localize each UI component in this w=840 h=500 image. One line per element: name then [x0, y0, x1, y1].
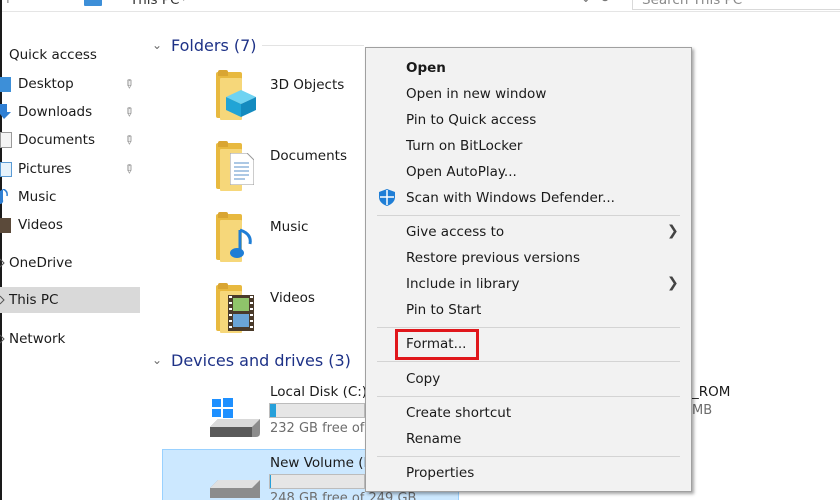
menu-item-defender-scan[interactable]: Scan with Windows Defender...	[406, 185, 615, 211]
download-icon	[0, 104, 12, 120]
nav-item-downloads[interactable]: Downloads ✎	[0, 99, 140, 125]
music-note-icon	[230, 228, 252, 258]
menu-item-pin-quick-access[interactable]: Pin to Quick access	[406, 107, 536, 133]
chevron-right-icon[interactable]: ›	[182, 0, 188, 6]
document-icon	[230, 153, 254, 185]
folder-icon[interactable]	[216, 70, 260, 122]
menu-item-open-new-window[interactable]: Open in new window	[406, 81, 546, 107]
nav-item-desktop[interactable]: Desktop ✎	[0, 71, 140, 97]
chevron-right-icon[interactable]	[0, 292, 6, 308]
menu-item-create-shortcut[interactable]: Create shortcut	[406, 400, 511, 426]
submenu-arrow-icon: ❯	[667, 223, 679, 239]
nav-item-pictures[interactable]: Pictures ✎	[0, 156, 140, 182]
drive-free-text: 248 GB free of 249 GB	[270, 491, 417, 500]
menu-item-bitlocker[interactable]: Turn on BitLocker	[406, 133, 522, 159]
nav-label: OneDrive	[9, 255, 73, 271]
folder-label-music[interactable]: Music	[270, 219, 308, 235]
menu-item-pin-start[interactable]: Pin to Start	[406, 297, 481, 323]
menu-separator	[377, 361, 680, 362]
menu-item-properties[interactable]: Properties	[406, 460, 474, 486]
nav-item-this-pc[interactable]: This PC	[0, 287, 140, 313]
pictures-icon	[0, 161, 12, 177]
format-highlight-box	[395, 329, 479, 360]
nav-label: Videos	[18, 217, 63, 233]
submenu-arrow-icon: ❯	[667, 275, 679, 291]
videos-icon	[0, 217, 11, 233]
nav-label: Downloads	[18, 104, 93, 120]
menu-separator	[377, 215, 680, 216]
menu-item-include-library[interactable]: Include in library	[406, 271, 519, 297]
nav-item-documents[interactable]: Documents ✎	[0, 127, 140, 153]
this-pc-icon	[84, 0, 102, 6]
drive-label-e[interactable]: New Volume (E	[270, 455, 372, 471]
chevron-right-icon[interactable]	[0, 331, 6, 347]
address-path[interactable]: This PC	[130, 0, 179, 8]
nav-item-music[interactable]: Music	[0, 184, 140, 210]
section-divider	[262, 45, 364, 46]
menu-separator	[377, 456, 680, 457]
windows-drive-icon[interactable]	[208, 397, 262, 439]
nav-label: This PC	[9, 292, 59, 308]
drive-free-text: MB	[692, 403, 713, 418]
folder-icon[interactable]	[216, 141, 260, 193]
folder-label-3d-objects[interactable]: 3D Objects	[270, 77, 344, 93]
folder-icon[interactable]	[216, 212, 260, 264]
section-title: Folders (7)	[171, 35, 257, 55]
menu-separator	[377, 396, 680, 397]
drive-usage-fill	[270, 475, 271, 488]
film-strip-icon	[228, 295, 254, 331]
nav-item-onedrive[interactable]: OneDrive	[0, 250, 140, 276]
drive-usage-bar	[269, 474, 365, 489]
chevron-down-icon[interactable]: ⌄	[152, 353, 166, 367]
folders-section-header[interactable]: ⌄ Folders (7)	[152, 33, 257, 57]
folder-icon[interactable]	[216, 283, 260, 335]
drive-usage-bar	[269, 403, 365, 418]
context-menu: Open Open in new window Pin to Quick acc…	[365, 47, 692, 492]
drive-usage-fill	[270, 404, 276, 417]
divider	[0, 11, 840, 12]
nav-item-videos[interactable]: Videos	[0, 212, 140, 238]
menu-item-rename[interactable]: Rename	[406, 426, 461, 452]
refresh-icon[interactable]: ↻	[599, 0, 611, 6]
nav-label: Documents	[18, 132, 95, 148]
nav-item-network[interactable]: Network	[0, 326, 140, 352]
shield-icon	[379, 189, 395, 206]
folder-label-documents[interactable]: Documents	[270, 148, 347, 164]
menu-item-give-access[interactable]: Give access to	[406, 219, 504, 245]
music-icon	[0, 188, 10, 205]
nav-label: Network	[9, 331, 66, 347]
desktop-icon	[0, 76, 11, 92]
nav-label: Desktop	[18, 76, 74, 92]
drives-section-header[interactable]: ⌄ Devices and drives (3)	[152, 348, 351, 372]
drive-label-rom[interactable]: _ROM	[692, 384, 730, 400]
drive-free-text: 232 GB free of 2	[270, 421, 377, 436]
nav-label: Pictures	[18, 161, 72, 177]
pin-icon[interactable]: ✎	[121, 131, 138, 148]
pin-icon[interactable]: ✎	[121, 160, 138, 177]
chevron-down-icon[interactable]: ⌄	[152, 38, 166, 52]
drive-label-c[interactable]: Local Disk (C:)	[270, 384, 367, 400]
drive-icon[interactable]	[208, 476, 262, 500]
cube-icon	[226, 90, 256, 117]
menu-item-copy[interactable]: Copy	[406, 366, 440, 392]
menu-separator	[377, 327, 680, 328]
up-arrow-icon[interactable]: ↑	[2, 0, 14, 7]
chevron-down-icon[interactable]: ⌄	[580, 0, 592, 6]
pin-icon[interactable]: ✎	[121, 103, 138, 120]
nav-label: Quick access	[9, 47, 97, 63]
section-title: Devices and drives (3)	[171, 350, 351, 370]
nav-item-quick-access[interactable]: Quick access	[0, 42, 140, 68]
pin-icon[interactable]: ✎	[121, 75, 138, 92]
menu-item-restore-versions[interactable]: Restore previous versions	[406, 245, 580, 271]
folder-label-videos[interactable]: Videos	[270, 290, 315, 306]
chevron-right-icon[interactable]	[0, 255, 6, 271]
search-placeholder: Search This PC	[642, 0, 743, 8]
nav-label: Music	[18, 189, 57, 205]
menu-item-open[interactable]: Open	[406, 55, 446, 81]
document-icon	[0, 132, 12, 148]
menu-item-autoplay[interactable]: Open AutoPlay...	[406, 159, 517, 185]
